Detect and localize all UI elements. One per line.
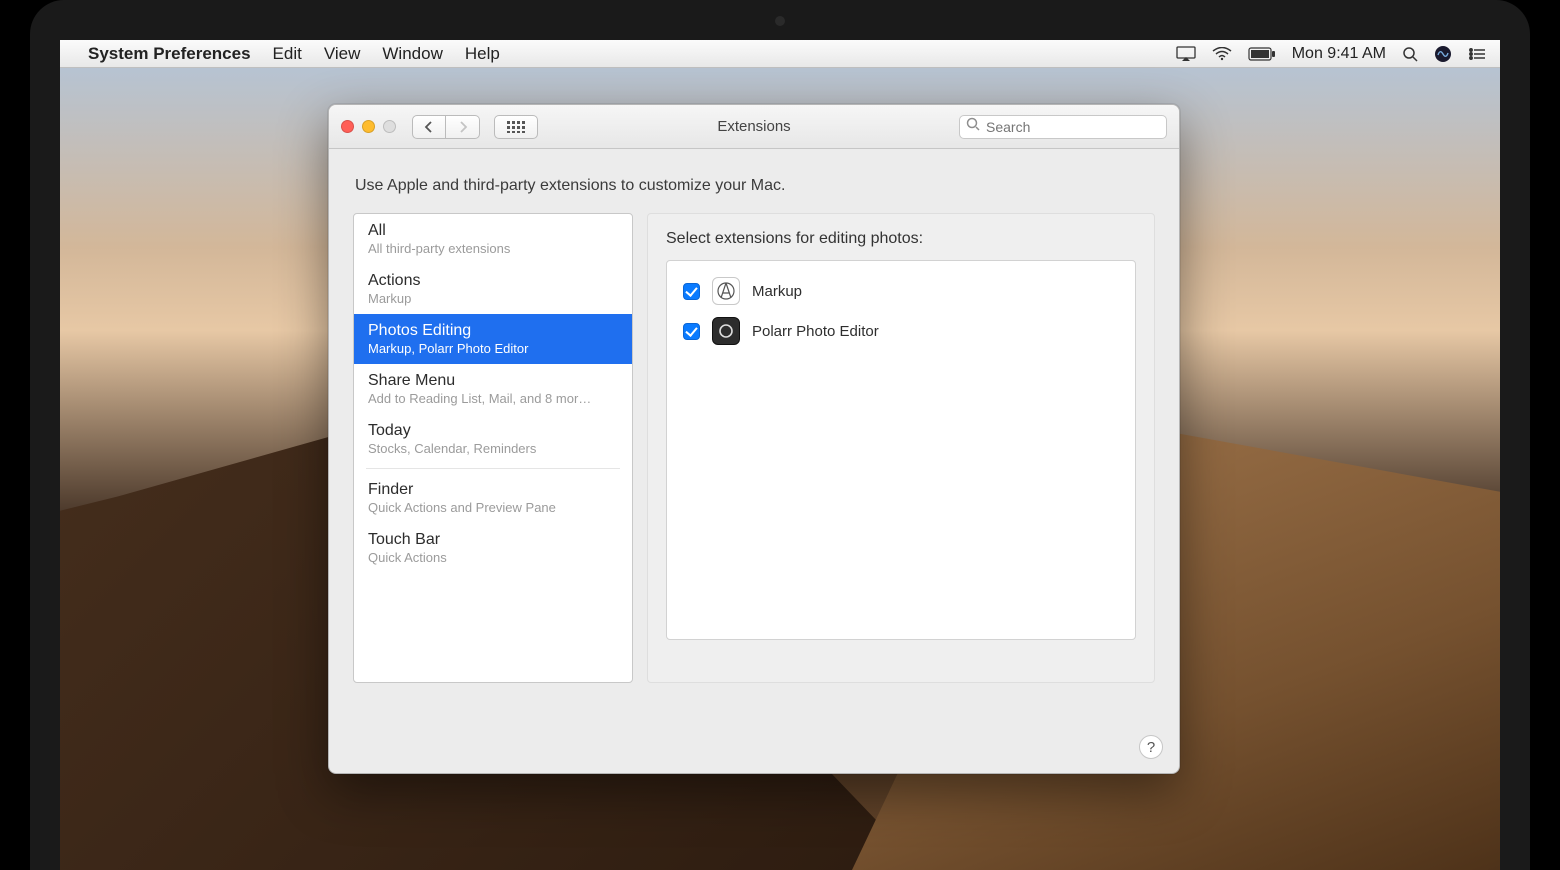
markup-icon — [712, 277, 740, 305]
extension-name: Markup — [752, 283, 802, 300]
detail-panel: Select extensions for editing photos: Ma… — [647, 213, 1155, 683]
search-field[interactable] — [959, 115, 1167, 139]
window-close-button[interactable] — [341, 120, 354, 133]
extension-name: Polarr Photo Editor — [752, 323, 879, 340]
window-zoom-button — [383, 120, 396, 133]
sidebar-item-title: Today — [368, 422, 618, 440]
sidebar-item-title: All — [368, 222, 618, 240]
notification-center-icon[interactable] — [1468, 47, 1486, 61]
search-icon — [966, 117, 980, 136]
sidebar-item-sub: Quick Actions — [368, 550, 618, 565]
sidebar-item-actions[interactable]: Actions Markup — [354, 264, 632, 314]
category-sidebar: All All third-party extensions Actions M… — [353, 213, 633, 683]
extensions-window: Extensions Use Apple and third-party ext… — [328, 104, 1180, 774]
forward-button — [446, 115, 480, 139]
sidebar-item-sub: Quick Actions and Preview Pane — [368, 500, 618, 515]
extensions-list: Markup Polarr Photo Editor — [666, 260, 1136, 640]
menubar-app-name[interactable]: System Preferences — [88, 44, 251, 64]
window-minimize-button[interactable] — [362, 120, 375, 133]
menubar-item-edit[interactable]: Edit — [273, 44, 302, 64]
extension-checkbox[interactable] — [683, 283, 700, 300]
sidebar-item-sub: All third-party extensions — [368, 241, 618, 256]
sidebar-item-touch-bar[interactable]: Touch Bar Quick Actions — [354, 523, 632, 573]
sidebar-item-share-menu[interactable]: Share Menu Add to Reading List, Mail, an… — [354, 364, 632, 414]
wifi-icon[interactable] — [1212, 47, 1232, 61]
help-button[interactable]: ? — [1139, 735, 1163, 759]
window-titlebar[interactable]: Extensions — [329, 105, 1179, 149]
detail-heading: Select extensions for editing photos: — [666, 230, 1136, 248]
sidebar-item-title: Touch Bar — [368, 531, 618, 549]
menubar-item-help[interactable]: Help — [465, 44, 500, 64]
sidebar-item-sub: Add to Reading List, Mail, and 8 mor… — [368, 391, 618, 406]
sidebar-item-title: Share Menu — [368, 372, 618, 390]
battery-icon[interactable] — [1248, 47, 1276, 61]
sidebar-item-sub: Markup, Polarr Photo Editor — [368, 341, 618, 356]
sidebar-item-today[interactable]: Today Stocks, Calendar, Reminders — [354, 414, 632, 464]
extension-row-polarr: Polarr Photo Editor — [679, 311, 1123, 351]
menubar: System Preferences Edit View Window Help… — [60, 40, 1500, 68]
desktop: System Preferences Edit View Window Help… — [60, 40, 1500, 870]
polarr-icon — [712, 317, 740, 345]
menubar-item-window[interactable]: Window — [382, 44, 442, 64]
extension-row-markup: Markup — [679, 271, 1123, 311]
sidebar-item-finder[interactable]: Finder Quick Actions and Preview Pane — [354, 473, 632, 523]
sidebar-separator — [366, 468, 620, 469]
search-input[interactable] — [986, 119, 1167, 135]
menubar-clock[interactable]: Mon 9:41 AM — [1292, 45, 1386, 63]
sidebar-item-title: Actions — [368, 272, 618, 290]
sidebar-item-title: Finder — [368, 481, 618, 499]
show-all-button[interactable] — [494, 115, 538, 139]
sidebar-item-title: Photos Editing — [368, 322, 618, 340]
sidebar-item-all[interactable]: All All third-party extensions — [354, 214, 632, 264]
back-button[interactable] — [412, 115, 446, 139]
menubar-item-view[interactable]: View — [324, 44, 361, 64]
sidebar-item-photos-editing[interactable]: Photos Editing Markup, Polarr Photo Edit… — [354, 314, 632, 364]
extension-checkbox[interactable] — [683, 323, 700, 340]
laptop-camera — [775, 16, 785, 26]
siri-icon[interactable] — [1434, 45, 1452, 63]
spotlight-icon[interactable] — [1402, 46, 1418, 62]
intro-text: Use Apple and third-party extensions to … — [355, 177, 1155, 195]
sidebar-item-sub: Markup — [368, 291, 618, 306]
airplay-icon[interactable] — [1176, 46, 1196, 62]
sidebar-item-sub: Stocks, Calendar, Reminders — [368, 441, 618, 456]
